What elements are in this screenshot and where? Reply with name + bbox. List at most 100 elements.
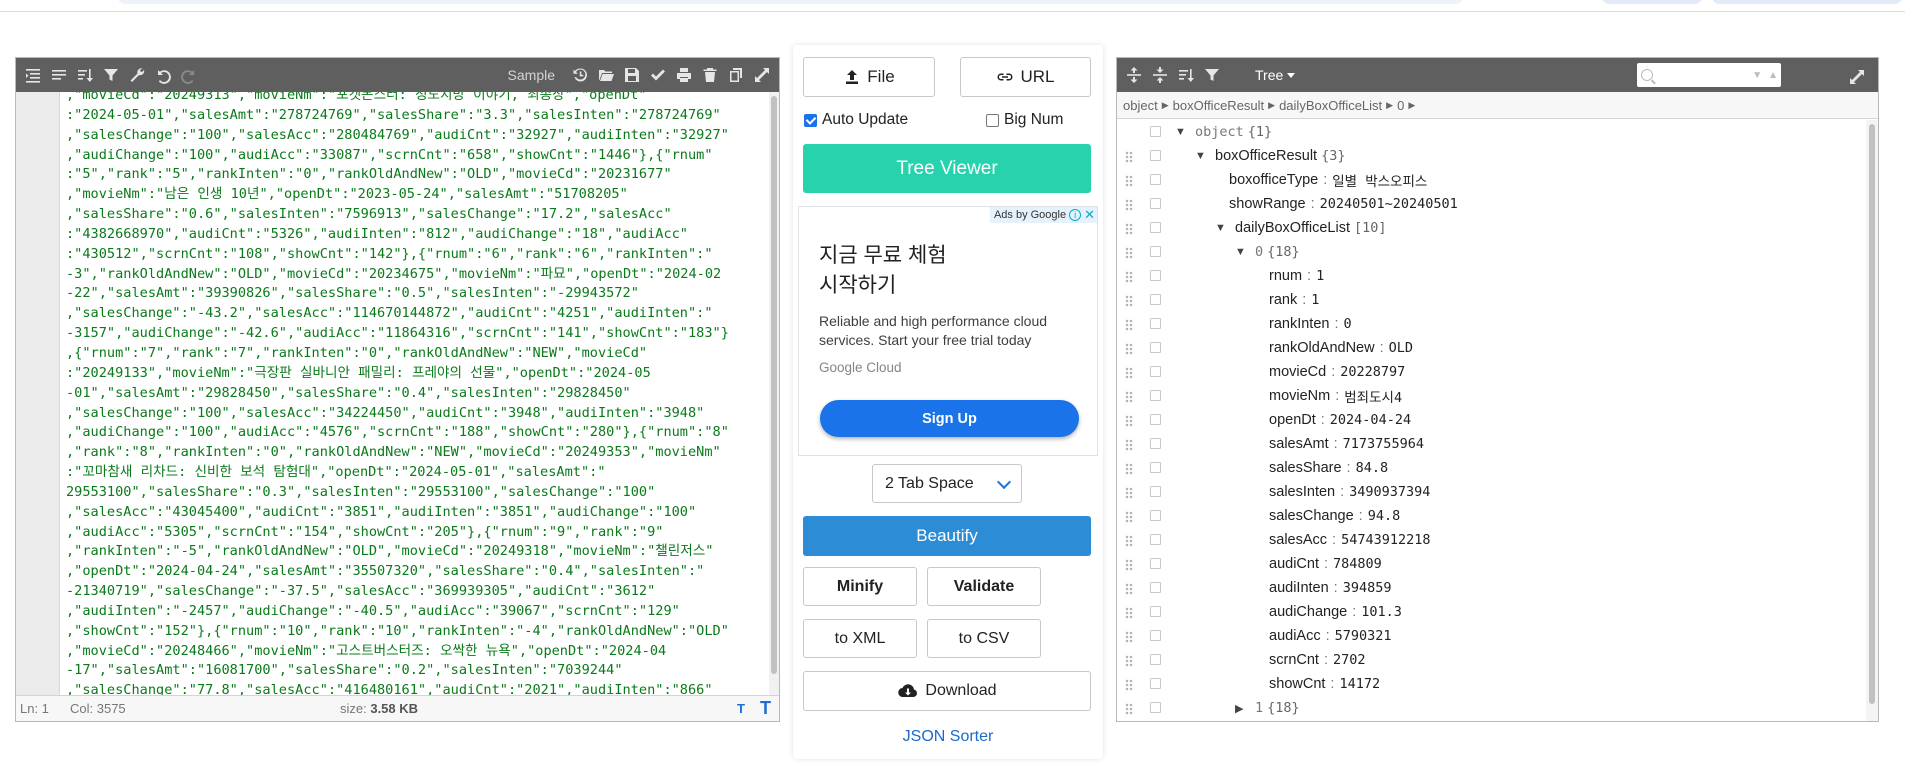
drag-handle-icon[interactable] [1125, 655, 1133, 667]
tree-value[interactable]: 범죄도시4 [1344, 386, 1402, 406]
tree-row[interactable]: salesInten:3490937394 [1117, 480, 1866, 504]
tree-row[interactable]: showRange:20240501~20240501 [1117, 192, 1866, 216]
tab-space-select[interactable]: 2 Tab Space [872, 464, 1022, 503]
validate-button[interactable]: Validate [927, 567, 1041, 606]
search-input[interactable] [1657, 67, 1750, 83]
folder-open-icon[interactable] [593, 62, 619, 88]
drag-handle-icon[interactable] [1125, 247, 1133, 259]
tree-row[interactable]: rankOldAndNew: OLD [1117, 336, 1866, 360]
tree-row[interactable]: openDt:2024-04-24 [1117, 408, 1866, 432]
to-csv-button[interactable]: to CSV [927, 619, 1041, 658]
row-select-checkbox[interactable] [1150, 462, 1161, 473]
tree-row[interactable]: ▼ boxOfficeResult {3} [1117, 144, 1866, 168]
breadcrumb-item[interactable]: object [1123, 98, 1158, 113]
tree-row[interactable]: audiChange:101.3 [1117, 600, 1866, 624]
row-select-checkbox[interactable] [1150, 702, 1161, 713]
font-size-small-icon[interactable]: T [737, 701, 745, 716]
tree-row[interactable]: boxofficeType: 일별 박스오피스 [1117, 168, 1866, 192]
drag-handle-icon[interactable] [1125, 607, 1133, 619]
file-button[interactable]: File [803, 57, 935, 97]
tree-value[interactable]: 394859 [1343, 580, 1392, 596]
drag-handle-icon[interactable] [1125, 271, 1133, 283]
tree-value[interactable]: 101.3 [1361, 604, 1402, 620]
drag-handle-icon[interactable] [1125, 151, 1133, 163]
download-button[interactable]: Download [803, 671, 1091, 711]
row-select-checkbox[interactable] [1150, 318, 1161, 329]
search-next-icon[interactable]: ▼ [1752, 70, 1762, 81]
row-select-checkbox[interactable] [1150, 510, 1161, 521]
row-select-checkbox[interactable] [1150, 654, 1161, 665]
drag-handle-icon[interactable] [1125, 487, 1133, 499]
tree-row[interactable]: salesAmt:7173755964 [1117, 432, 1866, 456]
tree-row[interactable]: movieNm: 범죄도시4 [1117, 384, 1866, 408]
collapse-arrow-icon[interactable]: ▼ [1235, 246, 1249, 258]
trash-icon[interactable] [697, 62, 723, 88]
url-button[interactable]: URL [960, 57, 1091, 97]
expand-all-icon[interactable] [1121, 62, 1147, 88]
tree-value[interactable]: 0 [1344, 316, 1352, 332]
font-size-large-icon[interactable]: T [760, 698, 771, 719]
editor-scrollbar[interactable] [769, 92, 779, 695]
format-icon[interactable] [20, 62, 46, 88]
tree-row[interactable]: salesAcc:54743912218 [1117, 528, 1866, 552]
collapse-arrow-icon[interactable]: ▼ [1175, 126, 1189, 138]
drag-handle-icon[interactable] [1125, 415, 1133, 427]
row-select-checkbox[interactable] [1150, 558, 1161, 569]
drag-handle-icon[interactable] [1125, 535, 1133, 547]
tree-row[interactable]: ▼ dailyBoxOfficeList [10] [1117, 216, 1866, 240]
tree-row[interactable]: showCnt:14172 [1117, 672, 1866, 696]
row-select-checkbox[interactable] [1150, 126, 1161, 137]
close-icon[interactable]: ✕ [1084, 207, 1095, 223]
undo-icon[interactable] [150, 62, 176, 88]
drag-handle-icon[interactable] [1125, 559, 1133, 571]
row-select-checkbox[interactable] [1150, 534, 1161, 545]
breadcrumb-item[interactable]: dailyBoxOfficeList [1279, 98, 1382, 113]
tree-row[interactable]: salesChange:94.8 [1117, 504, 1866, 528]
drag-handle-icon[interactable] [1125, 631, 1133, 643]
row-select-checkbox[interactable] [1150, 582, 1161, 593]
tree-row[interactable]: rank:1 [1117, 288, 1866, 312]
sample-button[interactable]: Sample [508, 67, 555, 83]
drag-handle-icon[interactable] [1125, 295, 1133, 307]
row-select-checkbox[interactable] [1150, 150, 1161, 161]
tree-value[interactable]: 2702 [1333, 652, 1366, 668]
tree-row[interactable]: movieCd:20228797 [1117, 360, 1866, 384]
drag-handle-icon[interactable] [1125, 319, 1133, 331]
tree-viewer-button[interactable]: Tree Viewer [803, 144, 1091, 193]
row-select-checkbox[interactable] [1150, 342, 1161, 353]
row-select-checkbox[interactable] [1150, 438, 1161, 449]
google-ad[interactable]: Ads by Google i ✕ 지금 무료 체험 시작하기 Reliable… [798, 206, 1098, 456]
tree-row[interactable]: ▶ 1 {18} [1117, 696, 1866, 720]
tree-row[interactable]: salesShare:84.8 [1117, 456, 1866, 480]
tree-value[interactable]: 20240501~20240501 [1320, 196, 1458, 212]
drag-handle-icon[interactable] [1125, 703, 1133, 715]
ad-headline[interactable]: 지금 무료 체험 시작하기 [819, 241, 947, 301]
tree-row[interactable]: audiAcc:5790321 [1117, 624, 1866, 648]
collapse-arrow-icon[interactable]: ▼ [1195, 150, 1209, 162]
expand-icon[interactable] [749, 62, 775, 88]
row-select-checkbox[interactable] [1150, 486, 1161, 497]
sort-icon[interactable] [72, 62, 98, 88]
history-icon[interactable] [567, 62, 593, 88]
big-num-check[interactable] [986, 113, 999, 127]
wrench-icon[interactable] [124, 62, 150, 88]
drag-handle-icon[interactable] [1125, 223, 1133, 235]
tree-value[interactable]: 84.8 [1356, 460, 1389, 476]
collapse-arrow-icon[interactable]: ▼ [1215, 222, 1229, 234]
row-select-checkbox[interactable] [1150, 390, 1161, 401]
drag-handle-icon[interactable] [1125, 199, 1133, 211]
ads-by-google-badge[interactable]: Ads by Google i ✕ [989, 207, 1097, 223]
row-select-checkbox[interactable] [1150, 630, 1161, 641]
drag-handle-icon[interactable] [1125, 343, 1133, 355]
breadcrumb-item[interactable]: boxOfficeResult [1173, 98, 1265, 113]
tree-row[interactable]: rankInten:0 [1117, 312, 1866, 336]
row-select-checkbox[interactable] [1150, 198, 1161, 209]
tree-value[interactable]: 7173755964 [1343, 436, 1424, 452]
print-icon[interactable] [671, 62, 697, 88]
tree-value[interactable]: 2024-04-24 [1330, 412, 1411, 428]
redo-icon[interactable] [176, 62, 202, 88]
row-select-checkbox[interactable] [1150, 270, 1161, 281]
compact-icon[interactable] [46, 62, 72, 88]
row-select-checkbox[interactable] [1150, 414, 1161, 425]
tree-value[interactable]: 일별 박스오피스 [1332, 170, 1427, 190]
